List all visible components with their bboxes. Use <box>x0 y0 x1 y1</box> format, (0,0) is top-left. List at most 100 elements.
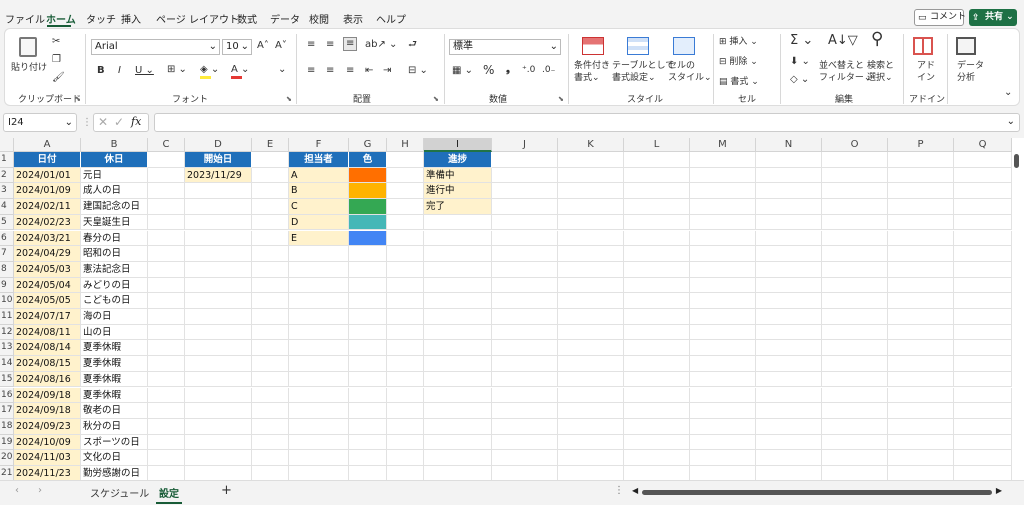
cell[interactable] <box>349 434 387 451</box>
cell[interactable] <box>492 293 558 309</box>
cell[interactable] <box>252 466 289 480</box>
cell[interactable] <box>558 418 624 435</box>
cell[interactable] <box>424 340 492 357</box>
column-header-H[interactable]: H <box>387 138 424 152</box>
cell[interactable] <box>624 277 690 294</box>
cell[interactable] <box>148 434 185 451</box>
cell[interactable] <box>954 340 1012 357</box>
column-header-J[interactable]: J <box>492 138 558 152</box>
cell[interactable] <box>289 340 349 357</box>
holiday-name[interactable]: 敬老の日 <box>81 403 148 419</box>
cell[interactable] <box>252 324 289 341</box>
cell[interactable] <box>148 167 185 184</box>
cell[interactable] <box>888 309 954 325</box>
scroll-right-icon[interactable]: ▶ <box>996 486 1002 495</box>
find-select-button[interactable]: 検索と 選択⌄ <box>867 60 894 84</box>
cell[interactable] <box>148 340 185 357</box>
cell[interactable] <box>624 230 690 247</box>
next-sheet-icon[interactable]: › <box>38 485 42 496</box>
row-header-14[interactable]: 14 <box>0 356 14 372</box>
cancel-icon[interactable]: ✕ <box>98 115 108 129</box>
chevron-down-icon[interactable]: ⌄ <box>278 64 286 76</box>
cell[interactable] <box>289 387 349 404</box>
row-header-2[interactable]: 2 <box>0 167 14 184</box>
cell[interactable] <box>954 293 1012 309</box>
cell[interactable] <box>252 418 289 435</box>
cell[interactable] <box>185 387 252 404</box>
cell[interactable] <box>888 418 954 435</box>
cell[interactable] <box>252 167 289 184</box>
cell[interactable] <box>690 183 756 200</box>
cell-styles-icon[interactable] <box>673 37 695 55</box>
menu-touch[interactable]: タッチ <box>86 11 116 26</box>
column-header-I[interactable]: I <box>424 138 492 152</box>
cell[interactable] <box>558 261 624 278</box>
cell[interactable] <box>756 356 822 372</box>
cell[interactable] <box>756 340 822 357</box>
cell[interactable] <box>888 167 954 184</box>
cell[interactable] <box>289 246 349 262</box>
column-header-A[interactable]: A <box>14 138 81 152</box>
cell[interactable] <box>558 434 624 451</box>
cell[interactable] <box>822 230 888 247</box>
holiday-name[interactable]: 昭和の日 <box>81 246 148 262</box>
cell[interactable] <box>289 418 349 435</box>
cell[interactable] <box>492 403 558 419</box>
cell[interactable] <box>252 387 289 404</box>
holiday-date[interactable]: 2024/02/11 <box>14 199 81 215</box>
cell-styles-button[interactable]: セルの スタイル⌄ <box>668 60 712 84</box>
holiday-name[interactable]: 元日 <box>81 167 148 184</box>
cell[interactable] <box>387 418 424 435</box>
copy-icon[interactable]: ❐ <box>52 54 61 66</box>
cell[interactable] <box>185 434 252 451</box>
align-top-icon[interactable]: ≡ <box>307 39 315 51</box>
font-color-icon[interactable]: A ⌄ <box>231 64 249 76</box>
align-middle-icon[interactable]: ≡ <box>326 39 334 51</box>
cell[interactable] <box>148 199 185 215</box>
paste-icon[interactable] <box>19 37 37 57</box>
cell[interactable] <box>558 293 624 309</box>
assignee-color-swatch[interactable] <box>349 183 387 200</box>
cell[interactable] <box>690 356 756 372</box>
cell[interactable] <box>492 309 558 325</box>
vertical-scrollbar[interactable] <box>1012 150 1022 480</box>
launcher-icon[interactable]: ⬊ <box>558 95 564 103</box>
progress-status[interactable]: 進行中 <box>424 183 492 200</box>
cell[interactable] <box>424 214 492 231</box>
cell[interactable] <box>252 371 289 388</box>
holiday-date[interactable]: 2024/05/03 <box>14 261 81 278</box>
cell[interactable] <box>756 261 822 278</box>
menu-home[interactable]: ホーム <box>46 11 76 26</box>
holiday-date[interactable]: 2024/08/16 <box>14 371 81 388</box>
decrease-indent-icon[interactable]: ⇤ <box>365 65 373 77</box>
cell[interactable] <box>624 387 690 404</box>
progress-status[interactable]: 完了 <box>424 199 492 215</box>
more-options-icon[interactable]: ⋮ <box>614 485 624 496</box>
holiday-date[interactable]: 2024/09/18 <box>14 387 81 404</box>
holiday-name[interactable]: 夏季休暇 <box>81 356 148 372</box>
number-format-select[interactable]: 標準 ⌄ <box>449 39 561 55</box>
cell[interactable] <box>558 230 624 247</box>
data-analysis-icon[interactable] <box>956 37 976 55</box>
cell[interactable] <box>558 340 624 357</box>
cell[interactable] <box>624 183 690 200</box>
assignee-color-swatch[interactable] <box>349 214 387 231</box>
cell[interactable] <box>185 403 252 419</box>
assignee-color-swatch[interactable] <box>349 167 387 184</box>
launcher-icon[interactable]: ⬊ <box>75 95 81 103</box>
cell[interactable] <box>624 324 690 341</box>
holiday-name[interactable]: 建国記念の日 <box>81 199 148 215</box>
cell[interactable] <box>349 293 387 309</box>
cell[interactable] <box>756 246 822 262</box>
cell[interactable] <box>387 309 424 325</box>
cell[interactable] <box>387 356 424 372</box>
assignee-name[interactable]: E <box>289 230 349 247</box>
cell[interactable] <box>822 199 888 215</box>
cell[interactable] <box>387 293 424 309</box>
cell[interactable] <box>148 418 185 435</box>
cell[interactable] <box>756 403 822 419</box>
cell[interactable] <box>492 340 558 357</box>
cell[interactable] <box>252 261 289 278</box>
sheet-tab-settings[interactable]: 設定 <box>156 485 182 504</box>
cell[interactable] <box>185 466 252 480</box>
